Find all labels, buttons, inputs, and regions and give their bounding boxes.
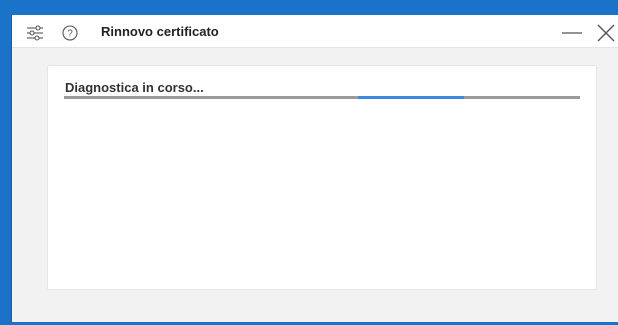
- minimize-button[interactable]: [561, 21, 583, 43]
- status-text: Diagnostica in corso...: [65, 80, 204, 95]
- progress-bar: [64, 96, 580, 99]
- window-title: Rinnovo certificato: [101, 24, 219, 39]
- title-bar: ? Rinnovo certificato: [12, 15, 618, 48]
- close-button[interactable]: [595, 21, 617, 43]
- svg-text:?: ?: [67, 29, 73, 40]
- renewal-window: ? Rinnovo certificato Diagnostica in cor…: [11, 15, 618, 322]
- minimize-icon: [562, 32, 582, 34]
- content-card: Diagnostica in corso...: [47, 65, 597, 290]
- close-icon: [597, 24, 615, 42]
- help-icon[interactable]: ?: [61, 24, 79, 42]
- progress-indicator: [358, 96, 464, 99]
- settings-sliders-icon[interactable]: [26, 24, 44, 42]
